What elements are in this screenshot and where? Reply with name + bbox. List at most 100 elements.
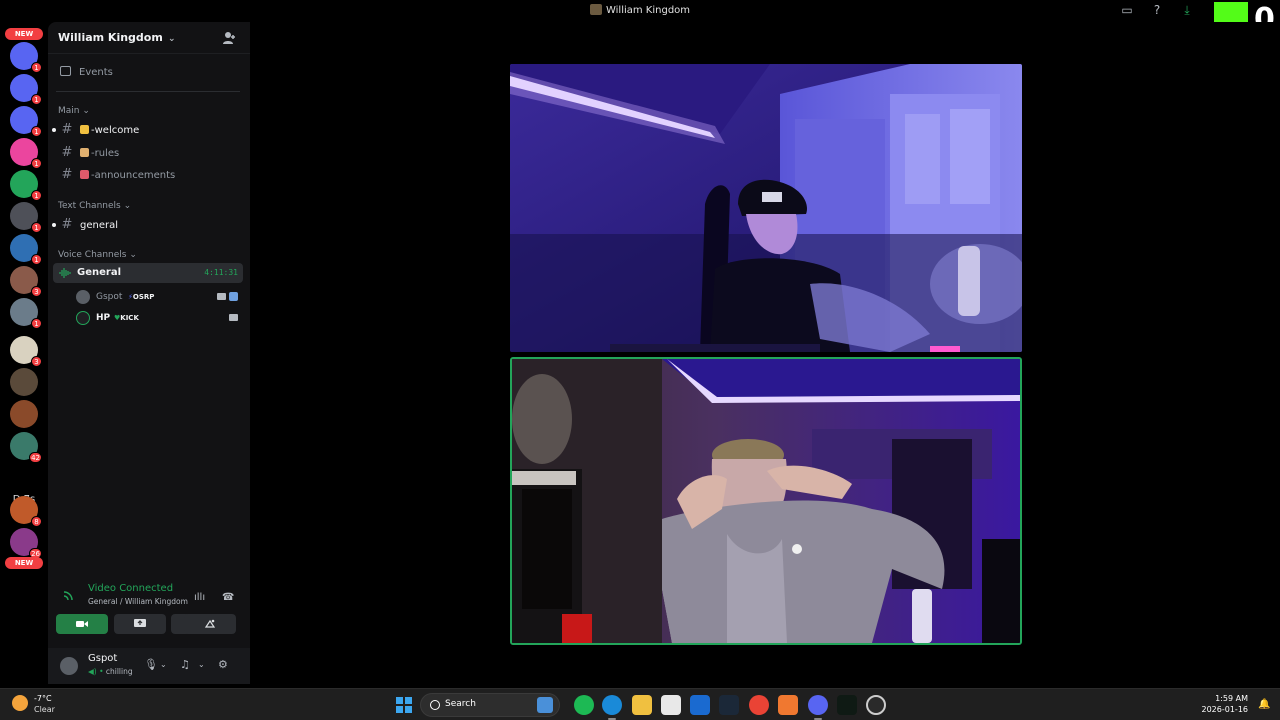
invite-people-icon[interactable] xyxy=(222,31,236,45)
camera-icon xyxy=(217,293,226,300)
mention-badge: 3 xyxy=(31,356,42,367)
new-badge: NEW xyxy=(5,557,43,569)
notification-bell-icon[interactable]: 🔔 xyxy=(1258,699,1270,711)
headphones-icon[interactable]: ♫ xyxy=(180,659,192,671)
help-icon[interactable]: ? xyxy=(1150,3,1164,17)
channel-label: -announcements xyxy=(91,170,176,181)
server-icon[interactable]: 1 xyxy=(10,138,42,169)
server-icon[interactable] xyxy=(10,400,38,428)
taskbar-search[interactable]: Search xyxy=(420,693,560,717)
hash-icon: # xyxy=(61,167,73,182)
gear-icon[interactable]: ⚙ xyxy=(218,659,230,671)
voice-channel-general[interactable]: General 4:11:31 xyxy=(53,263,243,283)
edge-icon[interactable] xyxy=(602,695,622,720)
store-icon[interactable] xyxy=(661,695,681,715)
channel-announcements[interactable]: # -announcements xyxy=(54,165,244,185)
channel-label: -rules xyxy=(91,148,120,159)
server-icon[interactable]: 8 xyxy=(10,496,42,527)
server-icon[interactable]: 1 xyxy=(10,202,42,233)
steam-icon[interactable] xyxy=(719,695,739,715)
speaker-icon: ◀) • xyxy=(88,667,106,676)
rtc-connection-panel: Video Connected General / William Kingdo… xyxy=(54,578,244,644)
server-icon[interactable] xyxy=(10,368,38,396)
server-tag: ♥KICK xyxy=(114,309,139,327)
unread-indicator xyxy=(52,128,56,132)
microphone-icon[interactable]: 🎙 xyxy=(144,659,158,671)
chevron-down-icon[interactable]: ⌄ xyxy=(198,659,210,671)
server-header[interactable]: William Kingdom ⌄ xyxy=(48,22,250,54)
custom-status: chilling xyxy=(105,667,133,676)
avatar[interactable] xyxy=(60,657,78,675)
category-text-channels[interactable]: Text Channels ⌄ xyxy=(58,201,131,211)
system-clock[interactable]: 1:59 AM 2026-01-16 xyxy=(1202,693,1249,715)
disconnect-icon[interactable]: ☎ xyxy=(222,592,236,603)
mention-badge: 1 xyxy=(31,254,42,265)
server-icon[interactable]: 3 xyxy=(10,266,42,297)
wave-emoji-icon xyxy=(80,125,89,134)
vlc-icon[interactable] xyxy=(778,695,798,715)
events-link[interactable]: Events xyxy=(60,66,113,78)
category-label: Main xyxy=(58,106,80,116)
voice-channel-label: General xyxy=(77,267,121,278)
inbox-icon[interactable]: ▭ xyxy=(1120,3,1134,17)
hash-icon: # xyxy=(61,145,73,160)
server-icon[interactable]: 1 xyxy=(10,42,42,73)
clock-time: 1:59 AM xyxy=(1215,694,1248,703)
camera-toggle-button[interactable] xyxy=(56,614,108,634)
server-icon[interactable]: 3 xyxy=(10,336,42,367)
download-icon[interactable]: ⤓ xyxy=(1180,3,1194,17)
chevron-down-icon[interactable]: ⌄ xyxy=(160,659,172,671)
server-icon[interactable]: 42 xyxy=(10,432,42,463)
discord-icon[interactable] xyxy=(808,695,828,720)
camera-icon xyxy=(76,621,88,627)
activity-icon xyxy=(229,292,238,301)
chevron-down-icon: ⌄ xyxy=(164,34,176,44)
voice-user-hp[interactable]: HP ♥KICK xyxy=(76,309,240,327)
video-tile-user-2[interactable] xyxy=(510,357,1022,645)
obs-icon[interactable] xyxy=(866,695,886,715)
video-stage xyxy=(250,22,1280,684)
windows-start-icon[interactable] xyxy=(396,697,412,713)
soundboard-button[interactable] xyxy=(184,614,236,634)
window-title: William Kingdom xyxy=(0,4,1280,16)
mention-badge: 8 xyxy=(31,516,42,527)
title-bar-actions: ▭ ? ⤓ xyxy=(1120,3,1194,17)
video-tile-user-1[interactable] xyxy=(510,64,1022,352)
weather-sun-icon xyxy=(12,695,28,711)
screen-share-icon xyxy=(134,619,146,627)
call-timer: 4:11:31 xyxy=(204,268,238,277)
chrome-icon[interactable] xyxy=(749,695,769,715)
outlook-icon[interactable] xyxy=(690,695,710,715)
server-icon[interactable]: 1 xyxy=(10,234,42,265)
spotify-icon[interactable] xyxy=(574,695,594,715)
connection-status[interactable]: Video Connected xyxy=(88,583,173,594)
weather-condition: Clear xyxy=(34,705,55,714)
mention-badge: 1 xyxy=(31,190,42,201)
camera-icon xyxy=(229,314,238,321)
server-icon[interactable]: 1 xyxy=(10,106,42,137)
category-label: Text Channels xyxy=(58,201,121,211)
server-icon[interactable]: 1 xyxy=(10,298,42,329)
voice-user-gspot[interactable]: Gspot ⚡OSRP xyxy=(76,288,240,306)
server-icon[interactable]: 1 xyxy=(10,74,42,105)
server-icon[interactable]: 1 xyxy=(10,170,42,201)
file-explorer-icon[interactable] xyxy=(632,695,652,715)
channel-welcome[interactable]: # -welcome xyxy=(52,120,244,140)
channel-rules[interactable]: # -rules xyxy=(54,143,244,163)
server-icon[interactable]: 26 xyxy=(10,528,42,559)
new-badge: NEW xyxy=(5,28,43,40)
app-icon[interactable] xyxy=(837,695,857,715)
channel-label: -welcome xyxy=(91,125,140,136)
category-main[interactable]: Main ⌄ xyxy=(58,106,90,116)
noise-suppression-icon[interactable]: ıllı xyxy=(194,592,208,603)
username[interactable]: Gspot xyxy=(88,653,117,664)
taskbar: -7°C Clear Search 1:59 AM 2026-01-16 🔔 xyxy=(0,688,1280,720)
events-label: Events xyxy=(79,67,113,78)
voice-user-name: HP xyxy=(96,313,111,323)
mention-badge: 1 xyxy=(31,222,42,233)
screen-share-button[interactable] xyxy=(114,614,166,634)
channel-general-text[interactable]: # general xyxy=(52,215,244,235)
connection-location[interactable]: General / William Kingdom xyxy=(88,597,188,606)
mention-badge: 1 xyxy=(31,318,42,329)
category-voice-channels[interactable]: Voice Channels ⌄ xyxy=(58,250,137,260)
